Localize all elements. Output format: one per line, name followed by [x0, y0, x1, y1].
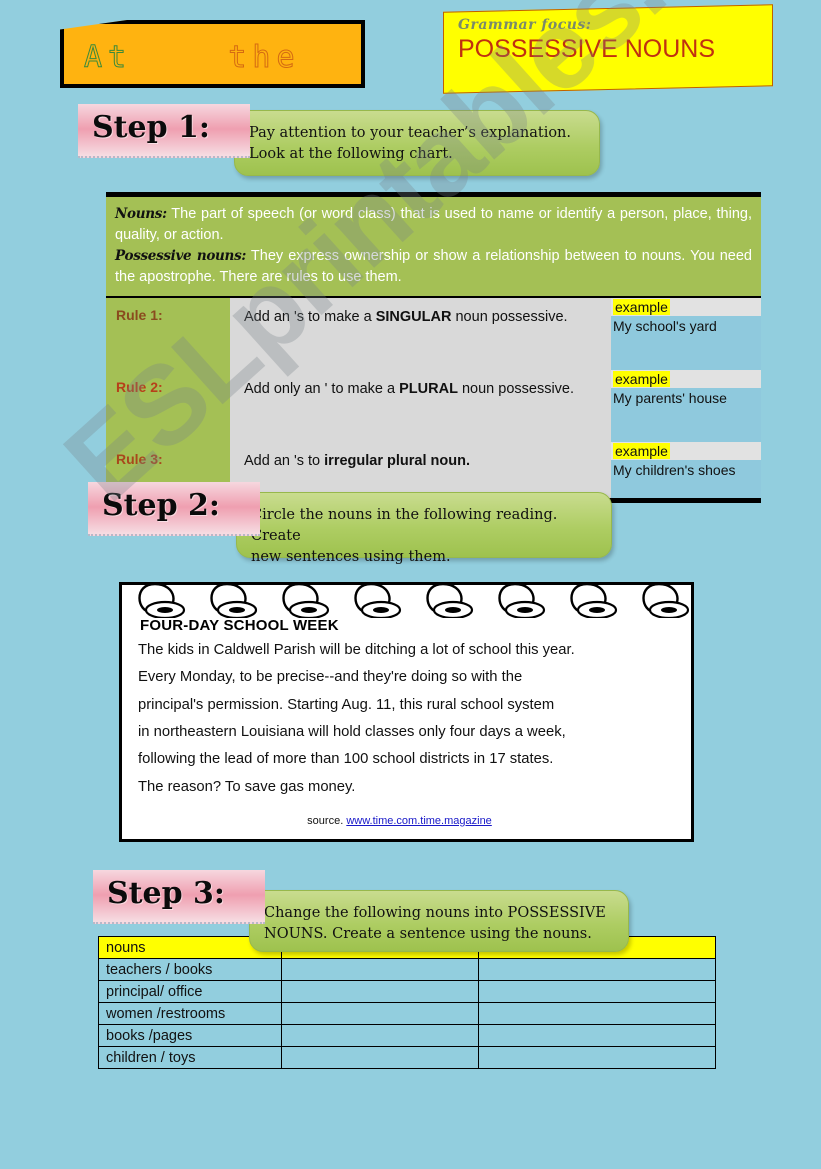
noun-cell-2: principal/ office	[98, 980, 282, 1003]
worksheet-page: ESLprintables.com At the Grammar focus: …	[0, 0, 821, 1169]
answer-cell-4b[interactable]	[477, 1024, 717, 1047]
rule-2-example-label: example	[613, 371, 670, 388]
reading-notebook: FOUR-DAY SCHOOL WEEK The kids in Caldwel…	[119, 582, 694, 842]
noun-cell-1: teachers / books	[98, 958, 282, 981]
rule-1-example-value: My school's yard	[613, 318, 717, 335]
title-part-1: At	[83, 40, 133, 76]
answer-cell-2b[interactable]	[477, 980, 717, 1003]
rule-1-example-label: example	[613, 299, 670, 316]
rule-spacer-2	[106, 408, 761, 443]
rules-list: Rule 1: Add an 's to make a SINGULAR nou…	[106, 296, 761, 499]
definition-nouns: Nouns: The part of speech (or word class…	[115, 204, 752, 246]
table-row: principal/ office	[98, 980, 717, 1003]
step-1-instruction-line-2: Look at the following chart.	[249, 146, 453, 163]
reading-line-1: The kids in Caldwell Parish will be ditc…	[138, 642, 575, 658]
grammar-focus-label: Grammar focus:	[458, 17, 592, 33]
answer-cell-5a[interactable]	[280, 1046, 479, 1069]
rule-2-text-bold: PLURAL	[399, 381, 458, 398]
title-box: At the	[60, 20, 365, 88]
table-row: children / toys	[98, 1046, 717, 1069]
rule-3-name: Rule 3:	[106, 442, 230, 481]
step-2-label: Step 2:	[88, 482, 260, 536]
grammar-focus-title: POSSESSIVE NOUNS	[458, 35, 716, 63]
answer-cell-2a[interactable]	[280, 980, 479, 1003]
step-3-label-text: Step 3:	[107, 876, 225, 911]
reading-line-2: Every Monday, to be precise--and they're…	[138, 669, 523, 686]
definition-nouns-term: Nouns:	[115, 206, 167, 222]
rule-3-example-label-band: example	[611, 442, 761, 461]
noun-cell-4: books /pages	[98, 1024, 282, 1047]
step-1-instruction-line-1: Pay attention to your teacher’s explanat…	[249, 125, 572, 141]
rule-2-example-label-band: example	[611, 370, 761, 389]
definitions-block: Nouns: The part of speech (or word class…	[106, 197, 761, 297]
answer-cell-1a[interactable]	[280, 958, 479, 981]
rule-3-example-value: My children's shoes	[613, 462, 736, 479]
reading-source: source. www.time.com.time.magazine	[122, 815, 677, 827]
rules-chart: Nouns: The part of speech (or word class…	[106, 192, 761, 504]
rule-3-example-cell: example My children's shoes	[611, 442, 761, 481]
rule-2-example-cell: example My parents' house	[611, 370, 761, 409]
rule-3-text-before: Add an 's to	[244, 453, 325, 470]
rule-2-name: Rule 2:	[106, 370, 230, 409]
reading-source-label: source.	[307, 815, 347, 827]
rule-1-text-bold: SINGULAR	[375, 309, 452, 326]
rule-1-text-after: noun possessive.	[451, 309, 568, 326]
step-3-instruction-line-2: NOUNS. Create a sentence using the nouns…	[264, 926, 592, 943]
answer-cell-3b[interactable]	[477, 1002, 717, 1025]
rule-row-1: Rule 1: Add an 's to make a SINGULAR nou…	[106, 298, 761, 337]
answer-cell-1b[interactable]	[477, 958, 717, 981]
step-1-instruction-bubble: Pay attention to your teacher’s explanat…	[234, 110, 600, 176]
reading-line-6: The reason? To save gas money.	[138, 778, 356, 795]
rule-1-text: Add an 's to make a SINGULAR noun posses…	[230, 298, 611, 337]
reading-source-link[interactable]: www.time.com.time.magazine	[346, 815, 492, 827]
answer-cell-4a[interactable]	[280, 1024, 479, 1047]
reading-line-3: principal's permission. Starting Aug. 11…	[138, 696, 555, 713]
rule-row-2: Rule 2: Add only an ' to make a PLURAL n…	[106, 370, 761, 409]
definition-possessive: Possessive nouns: They express ownership…	[115, 246, 752, 288]
rule-1-example-label-band: example	[611, 298, 761, 317]
nouns-table: nouns teachers / books principal/ office…	[98, 936, 717, 1069]
rule-row-3: Rule 3: Add an 's to irregular plural no…	[106, 442, 761, 481]
rule-3-text: Add an 's to irregular plural noun.	[230, 442, 611, 481]
answer-cell-3a[interactable]	[280, 1002, 479, 1025]
table-row: books /pages	[98, 1024, 717, 1047]
reading-line-5: following the lead of more than 100 scho…	[138, 751, 554, 768]
reading-headline: FOUR-DAY SCHOOL WEEK	[140, 617, 339, 634]
rule-2-text-before: Add only an ' to make a	[244, 381, 400, 398]
title-part-2: the	[228, 40, 301, 76]
answer-cell-5b[interactable]	[477, 1046, 717, 1069]
definition-possessive-term: Possessive nouns:	[115, 248, 247, 265]
noun-cell-3: women /restrooms	[98, 1002, 282, 1025]
rule-1-example-cell: example My school's yard	[611, 298, 761, 337]
grammar-focus-box: Grammar focus: POSSESSIVE NOUNS	[443, 4, 773, 94]
step-2-instruction-line-2: new sentences using them.	[251, 549, 451, 566]
step-3-instruction-bubble: Change the following nouns into POSSESSI…	[249, 890, 629, 952]
rule-1-name: Rule 1:	[106, 298, 230, 337]
step-2-label-text: Step 2:	[102, 488, 220, 523]
title-text: At the	[83, 40, 301, 76]
table-row: women /restrooms	[98, 1002, 717, 1025]
rule-2-text: Add only an ' to make a PLURAL noun poss…	[230, 370, 611, 409]
reading-line-4: in northeastern Louisiana will hold clas…	[138, 724, 566, 741]
rule-spacer-1	[106, 336, 761, 371]
step-3-label: Step 3:	[93, 870, 265, 924]
table-row: teachers / books	[98, 958, 717, 981]
rule-3-text-bold: irregular plural noun.	[324, 453, 470, 470]
reading-body: The kids in Caldwell Parish will be ditc…	[138, 637, 683, 801]
rule-1-text-before: Add an 's to make a	[244, 309, 376, 326]
rule-3-example-label: example	[613, 443, 670, 460]
rule-2-example-value: My parents' house	[613, 390, 727, 407]
step-2-instruction-bubble: Circle the nouns in the following readin…	[236, 492, 612, 565]
step-1-label: Step 1:	[78, 104, 250, 158]
noun-cell-5: children / toys	[98, 1046, 282, 1069]
step-3-instruction-line-1: Change the following nouns into POSSESSI…	[264, 905, 606, 921]
rule-2-text-after: noun possessive.	[457, 381, 575, 398]
step-1-label-text: Step 1:	[92, 110, 210, 145]
definition-nouns-text: The part of speech (or word class) that …	[115, 206, 752, 244]
step-2-instruction-line-1: Circle the nouns in the following readin…	[251, 507, 558, 545]
